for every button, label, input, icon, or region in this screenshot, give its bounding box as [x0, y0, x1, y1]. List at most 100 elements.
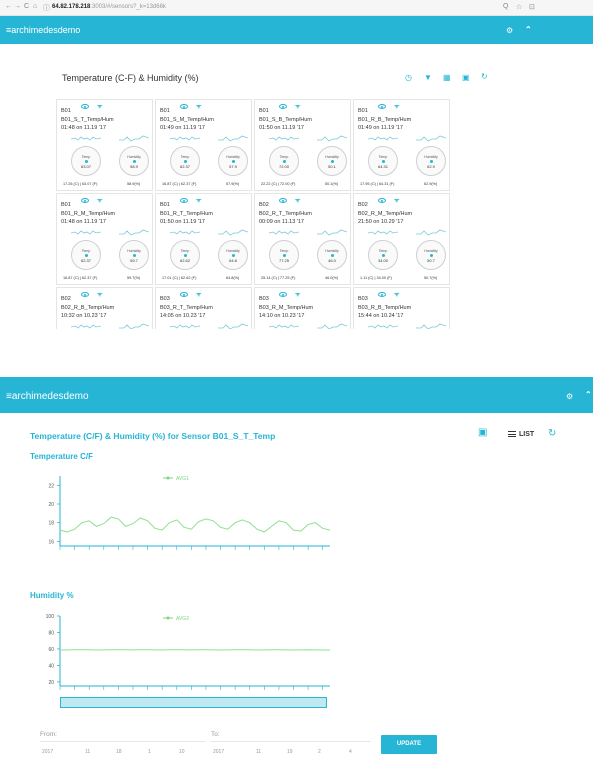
eye-icon[interactable] — [180, 198, 188, 203]
sensor-card[interactable]: B03 ᯤ B03_R_M_Temp/Hum 14:10 on 10.23 '17 — [254, 287, 351, 329]
hum-sparkline — [119, 135, 149, 142]
brand-link[interactable]: ≡archimedesdemo — [6, 25, 80, 35]
address-bar[interactable]: 64.82.178.218:3003/#/sensors?_k=13d66k — [52, 4, 166, 10]
sensor-card[interactable]: B02 ᯤ B02_R_B_Temp/Hum 10:32 on 10.23 '17 — [56, 287, 153, 329]
eye-icon[interactable] — [81, 292, 89, 297]
hum-sparkline — [416, 135, 446, 142]
sensor-card[interactable]: B01 ᯤ B01_S_M_Temp/Hum 01:49 on 11.19 '17 Te… — [155, 99, 252, 191]
filter-icon[interactable]: ▼ — [424, 73, 432, 82]
antenna-icon[interactable]: ᯤ — [394, 290, 399, 298]
history-icon[interactable]: ◷ — [405, 73, 412, 82]
bookmark-star-icon[interactable]: ☆ — [516, 3, 522, 11]
sensor-card[interactable]: B01 ᯤ B01_S_B_Temp/Hum 01:50 on 11.19 '17 Te… — [254, 99, 351, 191]
eye-icon[interactable] — [279, 104, 287, 109]
card-timestamp: 15:44 on 10.24 '17 — [358, 313, 404, 319]
person-settings-icon[interactable]: ⚙ — [506, 26, 513, 35]
from-label: From: — [40, 731, 57, 738]
eye-icon[interactable] — [378, 198, 386, 203]
to-month-field[interactable]: 11 — [256, 749, 261, 755]
sensor-card[interactable]: B03 ᯤ B03_R_T_Temp/Hum 14:05 on 10.23 '17 — [155, 287, 252, 329]
sensor-card[interactable]: B01 ᯤ B01_R_T_Temp/Hum 01:50 on 11.19 '17 Te… — [155, 193, 252, 285]
sensor-card[interactable]: B01 ᯤ B01_R_M_Temp/Hum 01:48 on 11.19 '17 Te… — [56, 193, 153, 285]
from-month-field[interactable]: 11 — [85, 749, 90, 755]
back-icon[interactable]: ← — [5, 3, 12, 10]
chevron-up-icon[interactable]: ⌃ — [585, 390, 592, 399]
eye-icon[interactable] — [81, 198, 89, 203]
card-temp-footer: 17.95 (C) | 64.31 (F) — [360, 182, 395, 186]
antenna-icon[interactable]: ᯤ — [394, 102, 399, 110]
antenna-icon[interactable]: ᯤ — [295, 290, 300, 298]
from-minute-field[interactable]: 10 — [179, 749, 185, 755]
humidity-gauge: Humidity 57.9 — [218, 146, 248, 176]
sensor-card[interactable]: B01 ᯤ B01_S_T_Temp/Hum 01:48 on 11.19 '17 Te… — [56, 99, 153, 191]
sensor-card[interactable]: B01 ᯤ B01_R_B_Temp/Hum 01:49 on 11.19 '17 Te… — [353, 99, 450, 191]
card-hum-footer: 50.7(%) — [424, 276, 438, 280]
humidity-gauge: Humidity 50.1 — [317, 146, 347, 176]
humidity-gauge: Humidity 59.7 — [119, 240, 149, 270]
print-icon[interactable]: ▣ — [478, 427, 487, 438]
from-year-field[interactable]: 2017 — [42, 749, 53, 755]
card-temp-footer: 25.14 (C) | 77.25 (F) — [261, 276, 296, 280]
browser-toolbar: ← → C ⌂ ⓘ 64.82.178.218:3003/#/sensors?_… — [0, 0, 593, 16]
sensor-card[interactable]: B02 ᯤ B02_R_T_Temp/Hum 00:09 on 11.13 '17 Te… — [254, 193, 351, 285]
to-year-field[interactable]: 2017 — [213, 749, 224, 755]
card-building: B02 — [61, 296, 71, 302]
y-tick-label: 80 — [48, 630, 54, 636]
card-building: B03 — [259, 296, 269, 302]
eye-icon[interactable] — [180, 292, 188, 297]
site-info-icon[interactable]: ⓘ — [43, 3, 50, 13]
eye-icon[interactable] — [378, 292, 386, 297]
card-building: B03 — [358, 296, 368, 302]
temp-sparkline — [170, 136, 200, 141]
from-hour-field[interactable]: 1 — [148, 749, 151, 755]
brand-link[interactable]: ≡archimedesdemo — [6, 391, 89, 402]
sensor-card[interactable]: B02 ᯤ B02_R_M_Temp/Hum 21:50 on 10.29 '17 Te… — [353, 193, 450, 285]
update-button[interactable]: UPDATE — [381, 735, 437, 754]
card-hum-footer: 46.0(%) — [325, 276, 339, 280]
refresh-icon[interactable]: ↻ — [481, 72, 488, 81]
antenna-icon[interactable]: ᯤ — [196, 102, 201, 110]
hum-sparkline — [119, 323, 149, 329]
antenna-icon[interactable]: ᯤ — [97, 102, 102, 110]
antenna-icon[interactable]: ᯤ — [394, 196, 399, 204]
card-timestamp: 00:09 on 11.13 '17 — [259, 219, 304, 225]
print-icon[interactable]: ▣ — [462, 73, 470, 82]
eye-icon[interactable] — [279, 198, 287, 203]
humidity-gauge: Humidity 50.7 — [416, 240, 446, 270]
to-minute-field[interactable]: 4 — [349, 749, 352, 755]
home-icon[interactable]: ⌂ — [33, 3, 37, 10]
humidity-gauge: Humidity 62.9 — [416, 146, 446, 176]
chevron-up-icon[interactable]: ⌃ — [525, 25, 532, 34]
extension-icon[interactable]: ⊡ — [529, 3, 535, 11]
card-hum-footer: 64.8(%) — [226, 276, 240, 280]
sensor-card[interactable]: B03 ᯤ B03_R_B_Temp/Hum 15:44 on 10.24 '17 — [353, 287, 450, 329]
gauge-label: Humidity — [226, 249, 240, 253]
person-settings-icon[interactable]: ⚙ — [566, 392, 573, 401]
forward-icon[interactable]: → — [14, 3, 21, 10]
antenna-icon[interactable]: ᯤ — [295, 102, 300, 110]
from-day-field[interactable]: 18 — [116, 749, 122, 755]
eye-icon[interactable] — [180, 104, 188, 109]
reload-icon[interactable]: C — [24, 3, 29, 10]
list-button[interactable]: LIST — [508, 431, 534, 438]
eye-icon[interactable] — [378, 104, 386, 109]
gauge-value: 62.9 — [427, 164, 435, 169]
to-hour-field[interactable]: 2 — [318, 749, 321, 755]
to-day-field[interactable]: 19 — [287, 749, 293, 755]
antenna-icon[interactable]: ᯤ — [196, 290, 201, 298]
antenna-icon[interactable]: ᯤ — [196, 196, 201, 204]
eye-icon[interactable] — [279, 292, 287, 297]
antenna-icon[interactable]: ᯤ — [97, 196, 102, 204]
card-building: B01 — [61, 108, 71, 114]
temp-sparkline — [269, 136, 299, 141]
gauge-value: 64.31 — [377, 164, 388, 169]
zoom-icon[interactable]: Q — [503, 3, 508, 10]
antenna-icon[interactable]: ᯤ — [295, 196, 300, 204]
url-path: :3003/#/sensors?_k=13d66k — [90, 4, 166, 10]
card-hum-footer: 57.9(%) — [226, 182, 240, 186]
range-slider[interactable] — [60, 697, 327, 708]
antenna-icon[interactable]: ᯤ — [97, 290, 102, 298]
refresh-icon[interactable]: ↻ — [548, 428, 556, 439]
eye-icon[interactable] — [81, 104, 89, 109]
grid-icon[interactable]: ▦ — [443, 73, 451, 82]
